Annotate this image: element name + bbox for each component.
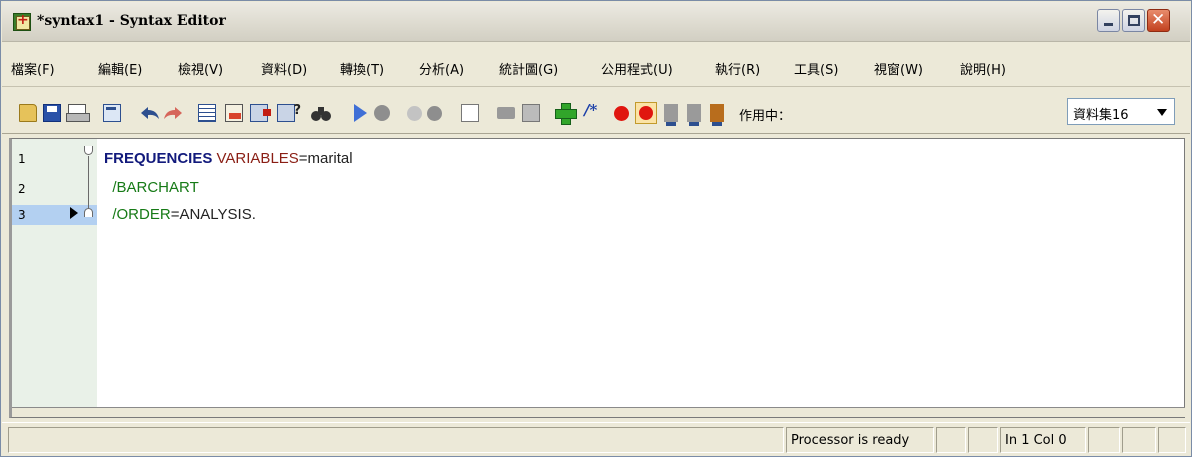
menu-help[interactable]: 說明(H) <box>960 59 1006 78</box>
line-number: 2 <box>18 182 26 196</box>
status-cell <box>1088 427 1120 453</box>
status-cell <box>1158 427 1186 453</box>
format-icon[interactable] <box>522 104 540 122</box>
menu-transform[interactable]: 轉換(T) <box>340 59 384 78</box>
clear-breakpoints-icon[interactable] <box>635 102 657 124</box>
execution-arrow-icon <box>70 207 78 219</box>
minimize-button[interactable] <box>1097 9 1120 32</box>
variables-icon[interactable] <box>277 103 301 122</box>
active-dataset-value: 資料集16 <box>1073 108 1129 123</box>
menu-edit[interactable]: 編輯(E) <box>98 59 142 78</box>
toolbar: /* 作用中： 資料集16 <box>2 88 1190 134</box>
line-number: 3 <box>18 208 26 222</box>
go-to-data-icon[interactable] <box>198 104 216 122</box>
code-line[interactable]: FREQUENCIES VARIABLES=marital <box>104 150 353 167</box>
fold-start-icon[interactable] <box>84 146 93 155</box>
bookmark-prev-icon[interactable] <box>687 104 701 126</box>
step-icon[interactable] <box>427 106 442 121</box>
go-to-variable-icon[interactable] <box>225 104 243 122</box>
code-text: =marital <box>298 150 353 167</box>
status-cell <box>936 427 966 453</box>
menu-window[interactable]: 視窗(W) <box>874 59 923 78</box>
undo-icon[interactable] <box>139 104 161 122</box>
window-title: *syntax1 - Syntax Editor <box>37 13 226 29</box>
find-icon[interactable] <box>310 104 332 122</box>
menu-bar: 檔案(F) 編輯(E) 檢視(V) 資料(D) 轉換(T) 分析(A) 統計圖(… <box>2 43 1190 87</box>
redo-icon[interactable] <box>162 104 184 122</box>
close-icon: ✕ <box>1151 10 1166 30</box>
code-text: =ANALYSIS. <box>170 206 256 223</box>
command-keyword: FREQUENCIES <box>104 150 213 167</box>
close-button[interactable]: ✕ <box>1147 9 1170 32</box>
bookmark-icon[interactable] <box>664 104 678 126</box>
line-gutter[interactable]: 1 2 3 <box>12 139 97 407</box>
maximize-icon <box>1128 15 1140 26</box>
menu-tools[interactable]: 工具(S) <box>794 59 838 78</box>
horizontal-scrollbar[interactable] <box>12 407 1185 417</box>
indent-icon[interactable] <box>497 107 515 119</box>
menu-data[interactable]: 資料(D) <box>261 59 307 78</box>
subcommand-keyword: /ORDER <box>112 206 171 223</box>
processor-status: Processor is ready <box>786 427 934 453</box>
cursor-position: In 1 Col 0 <box>1000 427 1086 453</box>
bookmark-next-icon[interactable] <box>710 104 724 126</box>
save-icon[interactable] <box>43 104 61 122</box>
open-icon[interactable] <box>19 104 37 122</box>
status-message-cell <box>8 427 784 453</box>
comment-icon[interactable]: /* <box>584 101 606 119</box>
print-icon[interactable] <box>66 104 90 122</box>
menu-utilities[interactable]: 公用程式(U) <box>601 59 673 78</box>
add-icon[interactable] <box>555 103 577 125</box>
title-bar[interactable]: *syntax1 - Syntax Editor ✕ <box>2 2 1190 42</box>
menu-file[interactable]: 檔案(F) <box>11 59 55 78</box>
menu-analyze[interactable]: 分析(A) <box>419 59 464 78</box>
syntax-editor-window: *syntax1 - Syntax Editor ✕ 檔案(F) 編輯(E) 檢… <box>0 0 1192 457</box>
paste-icon[interactable] <box>407 106 422 121</box>
menu-run[interactable]: 執行(R) <box>715 59 760 78</box>
minimize-icon <box>1104 23 1113 26</box>
wrap-icon[interactable] <box>461 104 479 122</box>
insert-cases-icon[interactable] <box>250 104 271 122</box>
app-icon[interactable] <box>13 12 31 31</box>
subcommand-keyword: VARIABLES <box>216 150 299 167</box>
gutter-line: 2 <box>12 179 97 199</box>
active-dataset-label: 作用中： <box>739 109 792 124</box>
syntax-editor[interactable]: 1 2 3 FREQUENCIES VARIABLES=marital /BAR… <box>9 138 1185 418</box>
fold-line <box>88 156 89 210</box>
fold-end-icon[interactable] <box>84 208 93 217</box>
stop-icon[interactable] <box>374 105 390 121</box>
breakpoint-icon[interactable] <box>614 106 629 121</box>
menu-view[interactable]: 檢視(V) <box>178 59 223 78</box>
recall-dialog-icon[interactable] <box>103 104 121 122</box>
code-line[interactable]: /BARCHART <box>104 179 199 196</box>
menu-graphs[interactable]: 統計圖(G) <box>499 59 558 78</box>
status-bar: Processor is ready In 1 Col 0 <box>2 422 1190 455</box>
status-cell <box>968 427 998 453</box>
chevron-down-icon[interactable] <box>1157 109 1167 116</box>
maximize-button[interactable] <box>1122 9 1145 32</box>
subcommand-keyword: /BARCHART <box>112 179 199 196</box>
line-number: 1 <box>18 152 26 166</box>
active-dataset-select[interactable]: 資料集16 <box>1067 98 1175 125</box>
code-line[interactable]: /ORDER=ANALYSIS. <box>104 206 256 223</box>
status-cell <box>1122 427 1156 453</box>
run-selection-icon[interactable] <box>354 104 367 122</box>
